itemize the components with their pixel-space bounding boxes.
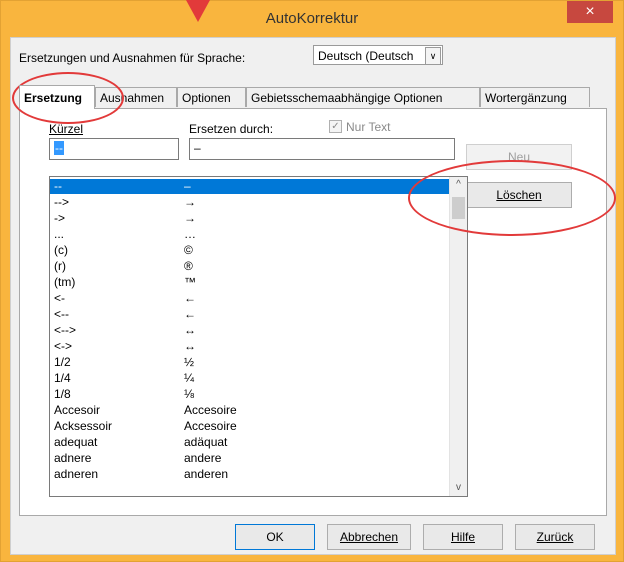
replacement-table[interactable]: -- – --> → -> → ... … (c) © (r) ® (tm) ™ <- ← <-… [49, 176, 468, 497]
table-row[interactable]: 1/8 ⅛ [50, 387, 450, 402]
scroll-down-icon[interactable]: v [450, 480, 467, 496]
row-short: -- [54, 179, 62, 193]
tab-ersetzung[interactable]: Ersetzung [19, 85, 95, 109]
row-short: ... [54, 227, 65, 241]
row-short: <-> [54, 339, 73, 353]
row-replacement: Accesoire [184, 419, 237, 433]
row-short: (r) [54, 259, 66, 273]
table-row[interactable]: (tm) ™ [50, 275, 450, 290]
row-replacement: adäquat [184, 435, 228, 449]
row-short: <--> [54, 323, 77, 337]
table-row[interactable]: -> → [50, 211, 450, 226]
text-only-label: Nur Text [346, 120, 391, 134]
text-only-checkbox[interactable]: ✓ [329, 120, 342, 133]
table-row[interactable]: adneren anderen [50, 467, 450, 482]
table-row[interactable]: Acksessoir Accesoire [50, 419, 450, 434]
row-short: 1/4 [54, 371, 71, 385]
chevron-down-icon[interactable]: ∨ [425, 47, 441, 65]
table-row[interactable]: <--> ↔ [50, 323, 450, 338]
annotation-circle-delete [408, 160, 616, 236]
row-replacement: ½ [184, 355, 195, 369]
replace-label: Ersetzen durch: [189, 122, 274, 136]
row-short: adequat [54, 435, 98, 449]
row-replacement: → [184, 211, 196, 225]
row-replacement: © [184, 243, 193, 257]
row-short: 1/8 [54, 387, 71, 401]
row-short: -> [54, 211, 66, 225]
short-input-value: -- [54, 141, 64, 155]
row-short: 1/2 [54, 355, 71, 369]
row-replacement: ™ [184, 275, 196, 289]
replace-input-value: – [194, 141, 201, 155]
window-title: AutoKorrektur [265, 10, 359, 27]
table-row[interactable]: (c) © [50, 243, 450, 258]
row-replacement: andere [184, 451, 222, 465]
row-replacement: ¼ [184, 371, 195, 385]
row-short: <- [54, 291, 66, 305]
autokorrektur-dialog: AutoKorrektur × Ersetzungen und Ausnahme… [0, 0, 624, 562]
row-short: Accesoir [54, 403, 101, 417]
tab-wortergaenzung[interactable]: Wortergänzung [480, 87, 590, 107]
table-row[interactable]: adnere andere [50, 451, 450, 466]
ok-button[interactable]: OK [235, 524, 315, 550]
table-row[interactable]: adequat adäquat [50, 435, 450, 450]
table-row[interactable]: <-- ← [50, 307, 450, 322]
tab-optionen[interactable]: Optionen [177, 87, 246, 107]
row-replacement: … [184, 227, 196, 241]
row-replacement: – [184, 179, 191, 193]
tab-gebietsschema[interactable]: Gebietsschemaabhängige Optionen [246, 87, 480, 107]
table-row[interactable]: <-> ↔ [50, 339, 450, 354]
annotation-arrow [186, 0, 210, 22]
table-row[interactable]: Accesoir Accesoire [50, 403, 450, 418]
row-replacement: ® [184, 259, 193, 273]
title-bar: AutoKorrektur × [1, 1, 623, 37]
row-short: --> [54, 195, 69, 209]
row-short: adneren [54, 467, 99, 481]
replace-input[interactable]: – [189, 138, 455, 160]
row-replacement: ⅛ [184, 387, 195, 401]
table-row[interactable]: 1/4 ¼ [50, 371, 450, 386]
table-row[interactable]: -- – [50, 179, 450, 194]
row-replacement: ↔ [184, 323, 196, 337]
row-short: (c) [54, 243, 68, 257]
cancel-button[interactable]: Abbrechen [327, 524, 411, 550]
table-row[interactable]: (r) ® [50, 259, 450, 274]
table-row[interactable]: ... … [50, 227, 450, 242]
row-replacement: ← [184, 307, 196, 321]
row-short: <-- [54, 307, 69, 321]
close-icon[interactable]: × [567, 1, 613, 23]
back-button[interactable]: Zurück [515, 524, 595, 550]
table-row[interactable]: <- ← [50, 291, 450, 306]
row-replacement: ↔ [184, 339, 196, 353]
row-short: (tm) [54, 275, 76, 289]
row-replacement: ← [184, 291, 196, 305]
language-label: Ersetzungen und Ausnahmen für Sprache: [19, 51, 246, 65]
row-replacement: anderen [184, 467, 229, 481]
help-button[interactable]: Hilfe [423, 524, 503, 550]
language-select[interactable]: Deutsch (Deutsch ∨ [313, 45, 443, 65]
row-replacement: Accesoire [184, 403, 237, 417]
language-selected-value: Deutsch (Deutsch [318, 49, 414, 63]
short-label: Kürzel [49, 122, 84, 136]
row-short: Acksessoir [54, 419, 113, 433]
row-short: adnere [54, 451, 92, 465]
row-replacement: → [184, 195, 196, 209]
table-row[interactable]: --> → [50, 195, 450, 210]
short-input[interactable]: -- [49, 138, 179, 160]
table-row[interactable]: 1/2 ½ [50, 355, 450, 370]
